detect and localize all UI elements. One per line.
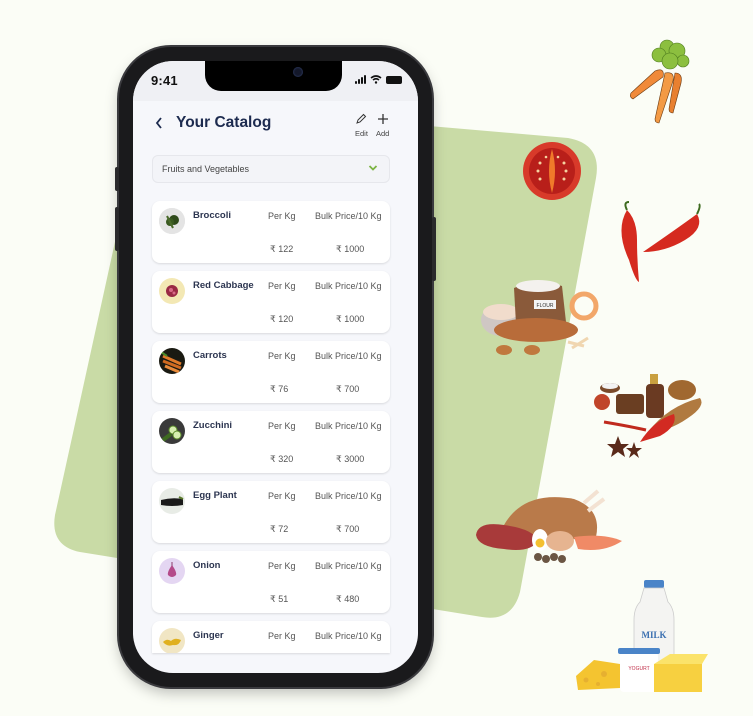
bulk-price: ₹ 1000 bbox=[336, 244, 365, 254]
per-kg-label: Per Kg bbox=[268, 561, 296, 571]
per-kg-price: ₹ 320 bbox=[270, 454, 294, 464]
per-kg-label: Per Kg bbox=[268, 351, 296, 361]
chevron-down-icon bbox=[368, 165, 378, 171]
chevron-left-icon bbox=[155, 117, 162, 129]
phone-frame: 9:41 Your Catalog Edit Add Fruits and Ve… bbox=[115, 47, 436, 687]
spices-illustration bbox=[594, 374, 702, 458]
per-kg-price: ₹ 122 bbox=[270, 244, 294, 254]
per-kg-price: ₹ 51 bbox=[270, 594, 289, 604]
product-card[interactable]: Broccoli Per Kg Bulk Price/10 Kg ₹ 122 ₹… bbox=[152, 201, 390, 263]
product-thumbnail bbox=[159, 348, 185, 374]
product-name: Red Cabbage bbox=[193, 280, 254, 291]
add-label: Add bbox=[376, 129, 390, 138]
red-cabbage-icon bbox=[159, 278, 185, 304]
product-card[interactable]: Onion Per Kg Bulk Price/10 Kg ₹ 51 ₹ 480 bbox=[152, 551, 390, 613]
yogurt-label: YOGURT bbox=[628, 666, 649, 672]
product-thumbnail bbox=[159, 418, 185, 444]
dairy-illustration: MILK YOGURT bbox=[576, 580, 708, 692]
broccoli-icon bbox=[159, 208, 185, 234]
bulk-price-label: Bulk Price/10 Kg bbox=[315, 561, 382, 571]
front-camera bbox=[293, 67, 303, 77]
product-thumbnail bbox=[159, 628, 185, 653]
notch bbox=[205, 61, 342, 91]
edit-label: Edit bbox=[355, 129, 368, 138]
carrots-illustration bbox=[630, 39, 690, 124]
per-kg-label: Per Kg bbox=[268, 281, 296, 291]
chili-peppers-illustration bbox=[621, 201, 701, 282]
bulk-price-label: Bulk Price/10 Kg bbox=[315, 351, 382, 361]
product-thumbnail bbox=[159, 208, 185, 234]
tomato-illustration bbox=[523, 142, 581, 200]
edit-button[interactable]: Edit bbox=[355, 113, 368, 138]
carrots-icon bbox=[159, 348, 185, 374]
bulk-price: ₹ 700 bbox=[336, 524, 360, 534]
meat-poultry-illustration bbox=[476, 489, 622, 563]
per-kg-price: ₹ 72 bbox=[270, 524, 289, 534]
product-name: Carrots bbox=[193, 350, 227, 361]
bulk-price-label: Bulk Price/10 Kg bbox=[315, 421, 382, 431]
flour-label: FLOUR bbox=[537, 303, 554, 309]
product-name: Onion bbox=[193, 560, 221, 571]
bulk-price: ₹ 3000 bbox=[336, 454, 365, 464]
add-button[interactable]: Add bbox=[376, 113, 389, 138]
product-card[interactable]: Ginger Per Kg Bulk Price/10 Kg bbox=[152, 621, 390, 653]
product-name: Egg Plant bbox=[193, 490, 237, 501]
mute-switch bbox=[115, 167, 119, 191]
cellular-signal-icon bbox=[355, 75, 366, 84]
power-button bbox=[432, 217, 436, 281]
battery-icon bbox=[386, 75, 402, 84]
product-card[interactable]: Carrots Per Kg Bulk Price/10 Kg ₹ 76 ₹ 7… bbox=[152, 341, 390, 403]
product-card[interactable]: Zucchini Per Kg Bulk Price/10 Kg ₹ 320 ₹… bbox=[152, 411, 390, 473]
phone-screen: 9:41 Your Catalog Edit Add Fruits and Ve… bbox=[133, 61, 418, 673]
page-title: Your Catalog bbox=[176, 114, 272, 131]
plus-icon bbox=[377, 114, 388, 124]
pencil-icon bbox=[356, 113, 367, 124]
per-kg-label: Per Kg bbox=[268, 631, 296, 641]
category-selected-value: Fruits and Vegetables bbox=[162, 164, 250, 174]
bulk-price-label: Bulk Price/10 Kg bbox=[315, 631, 382, 641]
bulk-price-label: Bulk Price/10 Kg bbox=[315, 281, 382, 291]
per-kg-price: ₹ 76 bbox=[270, 384, 289, 394]
wifi-icon bbox=[370, 75, 382, 84]
status-time: 9:41 bbox=[151, 73, 178, 88]
per-kg-label: Per Kg bbox=[268, 491, 296, 501]
product-thumbnail bbox=[159, 558, 185, 584]
bulk-price: ₹ 1000 bbox=[336, 314, 365, 324]
bakery-illustration: FLOUR bbox=[481, 280, 599, 355]
product-name: Ginger bbox=[193, 630, 224, 641]
product-card[interactable]: Red Cabbage Per Kg Bulk Price/10 Kg ₹ 12… bbox=[152, 271, 390, 333]
bulk-price-label: Bulk Price/10 Kg bbox=[315, 211, 382, 221]
product-thumbnail bbox=[159, 278, 185, 304]
per-kg-label: Per Kg bbox=[268, 211, 296, 221]
eggplant-icon bbox=[159, 488, 185, 514]
bulk-price: ₹ 480 bbox=[336, 594, 360, 604]
zucchini-icon bbox=[159, 418, 185, 444]
product-name: Zucchini bbox=[193, 420, 233, 431]
page-header: Your Catalog Edit Add bbox=[133, 101, 418, 153]
product-list: Broccoli Per Kg Bulk Price/10 Kg ₹ 122 ₹… bbox=[152, 201, 390, 661]
per-kg-label: Per Kg bbox=[268, 421, 296, 431]
ginger-icon bbox=[159, 628, 185, 653]
per-kg-price: ₹ 120 bbox=[270, 314, 294, 324]
product-card[interactable]: Egg Plant Per Kg Bulk Price/10 Kg ₹ 72 ₹… bbox=[152, 481, 390, 543]
product-thumbnail bbox=[159, 488, 185, 514]
category-dropdown[interactable]: Fruits and Vegetables bbox=[152, 155, 390, 183]
bulk-price: ₹ 700 bbox=[336, 384, 360, 394]
milk-label: MILK bbox=[641, 630, 666, 640]
product-name: Broccoli bbox=[193, 210, 232, 221]
volume-up-button bbox=[115, 207, 119, 251]
back-button[interactable] bbox=[155, 116, 163, 134]
bulk-price-label: Bulk Price/10 Kg bbox=[315, 491, 382, 501]
onion-icon bbox=[159, 558, 185, 584]
